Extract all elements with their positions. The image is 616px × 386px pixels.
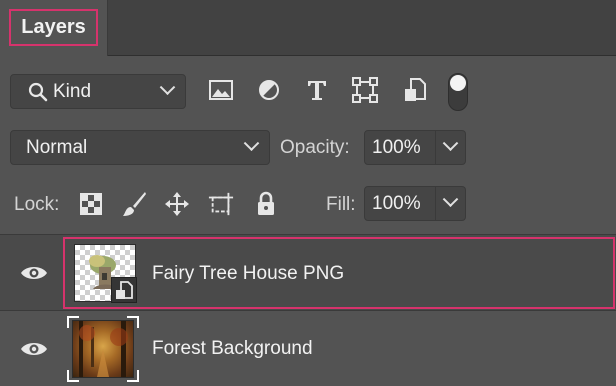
layer-row-fairy-tree-house[interactable]: Fairy Tree House PNG [0,234,616,310]
fill-label: Fill: [326,194,356,215]
image-filter-icon[interactable] [208,77,234,103]
layer-thumbnail-fairy-tree-house [74,244,137,303]
smart-object-badge-icon [111,277,137,303]
chevron-down-icon [442,135,459,152]
chevron-down-icon [159,79,176,96]
lock-position-icon[interactable] [164,190,190,218]
lock-artboard-icon[interactable] [208,190,234,218]
opacity-dropdown-button[interactable] [436,130,466,165]
layer-thumbnail-forest-background [72,320,134,378]
lock-all-icon[interactable] [253,190,279,218]
eye-icon[interactable] [20,340,48,358]
kind-filter-label: Kind [53,80,92,102]
blend-mode-value: Normal [26,136,88,158]
filter-toggle[interactable] [448,73,468,111]
fill-field[interactable]: 100% [364,186,436,221]
layer-name[interactable]: Forest Background [152,338,313,360]
shape-filter-icon[interactable] [352,77,378,103]
tab-layers[interactable]: Layers [0,0,108,56]
blend-mode-dropdown[interactable]: Normal [10,130,270,165]
kind-filter-dropdown[interactable]: Kind [10,74,186,109]
layer-row-forest-background[interactable]: Forest Background [0,310,616,386]
chevron-down-icon [243,135,260,152]
panel-tab-bar: Layers [0,0,616,56]
lock-transparent-pixels-icon[interactable] [78,190,104,218]
chevron-down-icon [442,191,459,208]
search-icon [28,82,48,101]
fill-dropdown-button[interactable] [436,186,466,221]
opacity-label: Opacity: [280,137,350,158]
lock-image-pixels-icon[interactable] [121,190,147,218]
tab-layers-label: Layers [9,9,98,46]
layer-name[interactable]: Fairy Tree House PNG [152,263,344,285]
type-filter-icon[interactable] [304,77,330,103]
lock-label: Lock: [14,194,60,215]
adjustment-filter-icon[interactable] [256,77,282,103]
opacity-field[interactable]: 100% [364,130,436,165]
eye-icon[interactable] [20,264,48,282]
smart-object-filter-icon[interactable] [402,77,428,103]
